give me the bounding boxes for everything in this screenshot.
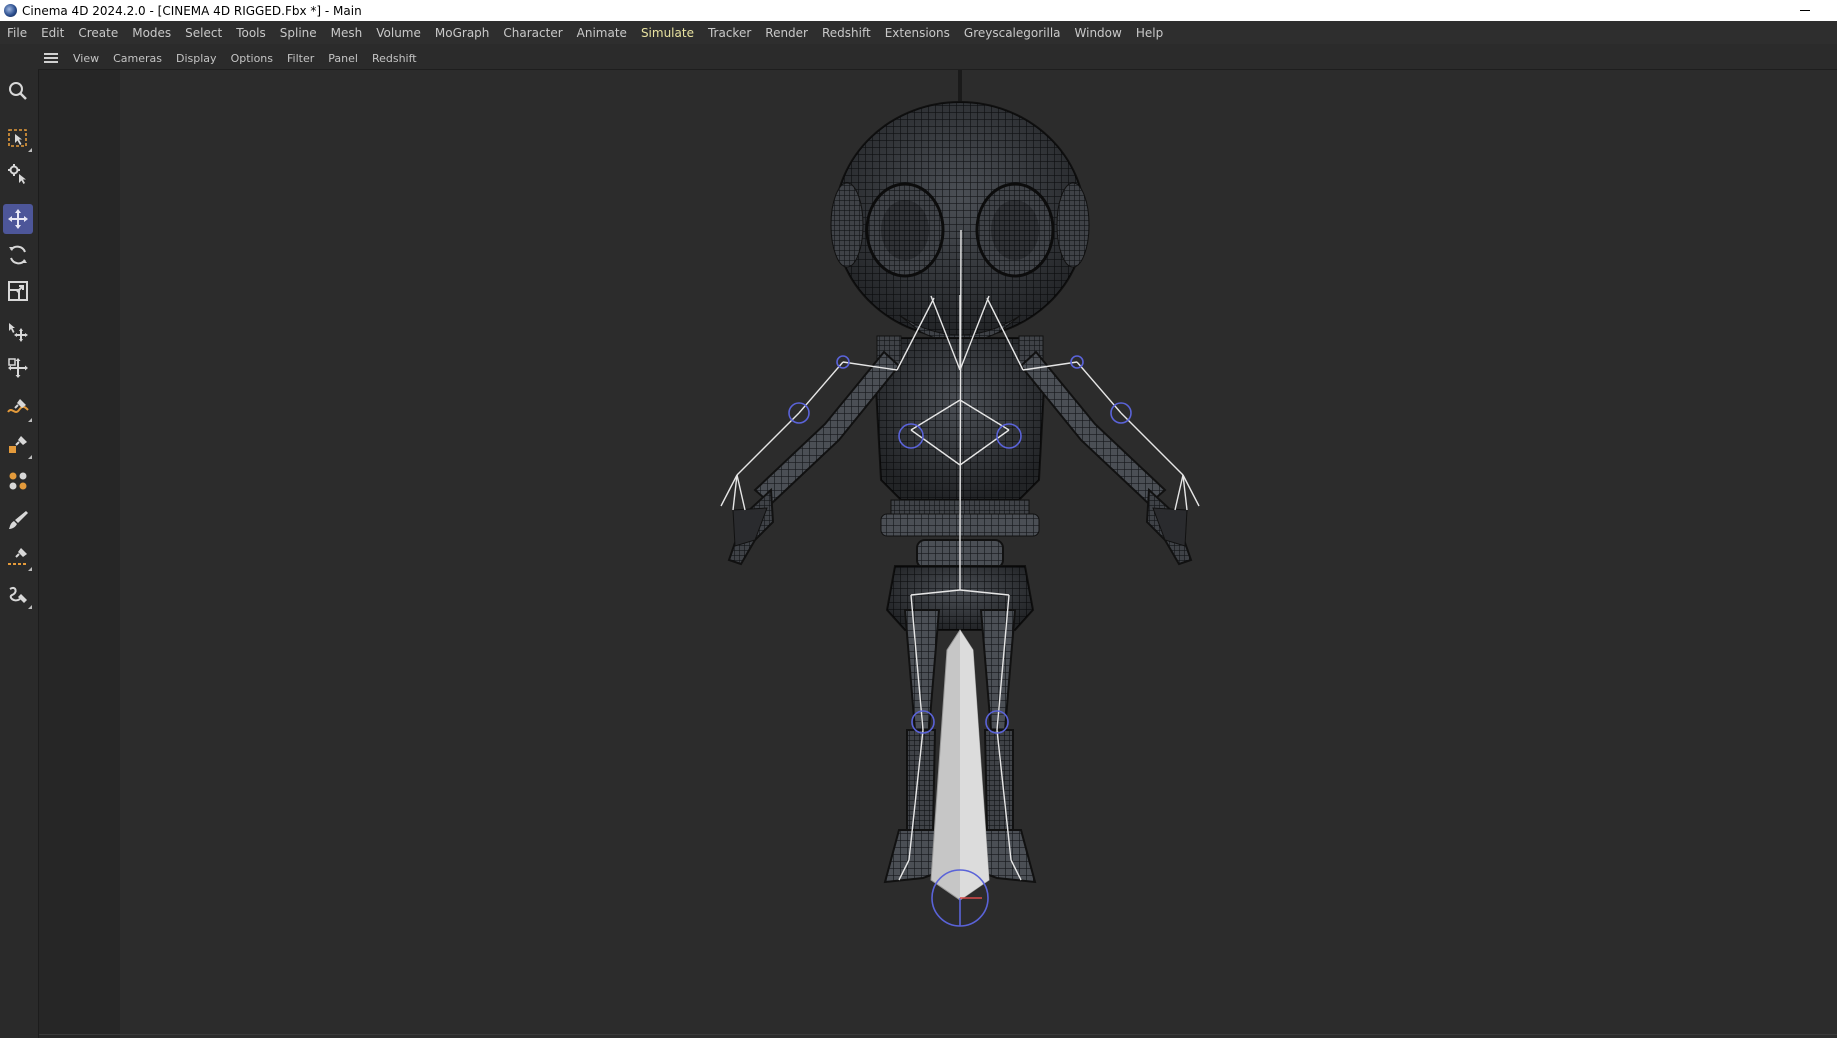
viewport-menu-redshift[interactable]: Redshift bbox=[365, 52, 424, 65]
window-title: Cinema 4D 2024.2.0 - [CINEMA 4D RIGGED.F… bbox=[22, 3, 362, 18]
polygon-pen-icon[interactable] bbox=[3, 580, 33, 610]
create-object-pen-icon[interactable] bbox=[3, 430, 33, 460]
search-icon[interactable] bbox=[3, 76, 33, 106]
menu-tools[interactable]: Tools bbox=[229, 26, 273, 40]
axis-move-icon[interactable] bbox=[3, 317, 33, 347]
live-selection-icon[interactable] bbox=[3, 123, 33, 153]
cloner-icon[interactable] bbox=[3, 466, 33, 496]
menu-simulate[interactable]: Simulate bbox=[634, 26, 701, 40]
move-icon[interactable] bbox=[3, 204, 33, 234]
rotate-icon[interactable] bbox=[3, 240, 33, 270]
menu-window[interactable]: Window bbox=[1068, 26, 1129, 40]
menu-render[interactable]: Render bbox=[758, 26, 815, 40]
viewport-menu-panel[interactable]: Panel bbox=[321, 52, 365, 65]
menu-file[interactable]: File bbox=[0, 26, 34, 40]
scale-icon[interactable] bbox=[3, 276, 33, 306]
menu-volume[interactable]: Volume bbox=[369, 26, 428, 40]
main-menu-bar: File Edit Create Modes Select Tools Spli… bbox=[0, 21, 1837, 44]
menu-greyscalegorilla[interactable]: Greyscalegorilla bbox=[957, 26, 1068, 40]
viewport-menu-options[interactable]: Options bbox=[224, 52, 280, 65]
viewport-bottom-border bbox=[39, 1034, 1837, 1035]
menu-tracker[interactable]: Tracker bbox=[701, 26, 758, 40]
menu-spline[interactable]: Spline bbox=[273, 26, 324, 40]
menu-help[interactable]: Help bbox=[1129, 26, 1170, 40]
spline-pen-icon[interactable] bbox=[3, 393, 33, 423]
menu-mograph[interactable]: MoGraph bbox=[428, 26, 497, 40]
rigged-character-model[interactable] bbox=[39, 70, 1837, 1038]
line-cut-icon[interactable] bbox=[3, 542, 33, 572]
minimize-icon[interactable] bbox=[1793, 2, 1817, 18]
menu-character[interactable]: Character bbox=[496, 26, 569, 40]
viewport-menu-filter[interactable]: Filter bbox=[280, 52, 321, 65]
cinema4d-logo-icon bbox=[4, 4, 17, 17]
menu-redshift[interactable]: Redshift bbox=[815, 26, 878, 40]
left-toolbar bbox=[0, 70, 39, 1038]
viewport-menu-view[interactable]: View bbox=[66, 52, 106, 65]
tweak-mode-icon[interactable] bbox=[3, 159, 33, 189]
menu-extensions[interactable]: Extensions bbox=[878, 26, 957, 40]
menu-edit[interactable]: Edit bbox=[34, 26, 71, 40]
viewport-menu-display[interactable]: Display bbox=[169, 52, 224, 65]
root-bone[interactable] bbox=[930, 629, 990, 901]
3d-viewport[interactable] bbox=[39, 70, 1837, 1038]
viewport-menu-cameras[interactable]: Cameras bbox=[106, 52, 169, 65]
menu-animate[interactable]: Animate bbox=[570, 26, 634, 40]
viewport-menu-bar: View Cameras Display Options Filter Pane… bbox=[38, 47, 1837, 70]
menu-create[interactable]: Create bbox=[71, 26, 125, 40]
menu-mesh[interactable]: Mesh bbox=[324, 26, 370, 40]
hamburger-menu-icon[interactable] bbox=[44, 53, 58, 63]
menu-select[interactable]: Select bbox=[178, 26, 229, 40]
paint-brush-icon[interactable] bbox=[3, 505, 33, 535]
menu-modes[interactable]: Modes bbox=[125, 26, 178, 40]
title-bar: Cinema 4D 2024.2.0 - [CINEMA 4D RIGGED.F… bbox=[0, 0, 1837, 21]
transform-icon[interactable] bbox=[3, 353, 33, 383]
